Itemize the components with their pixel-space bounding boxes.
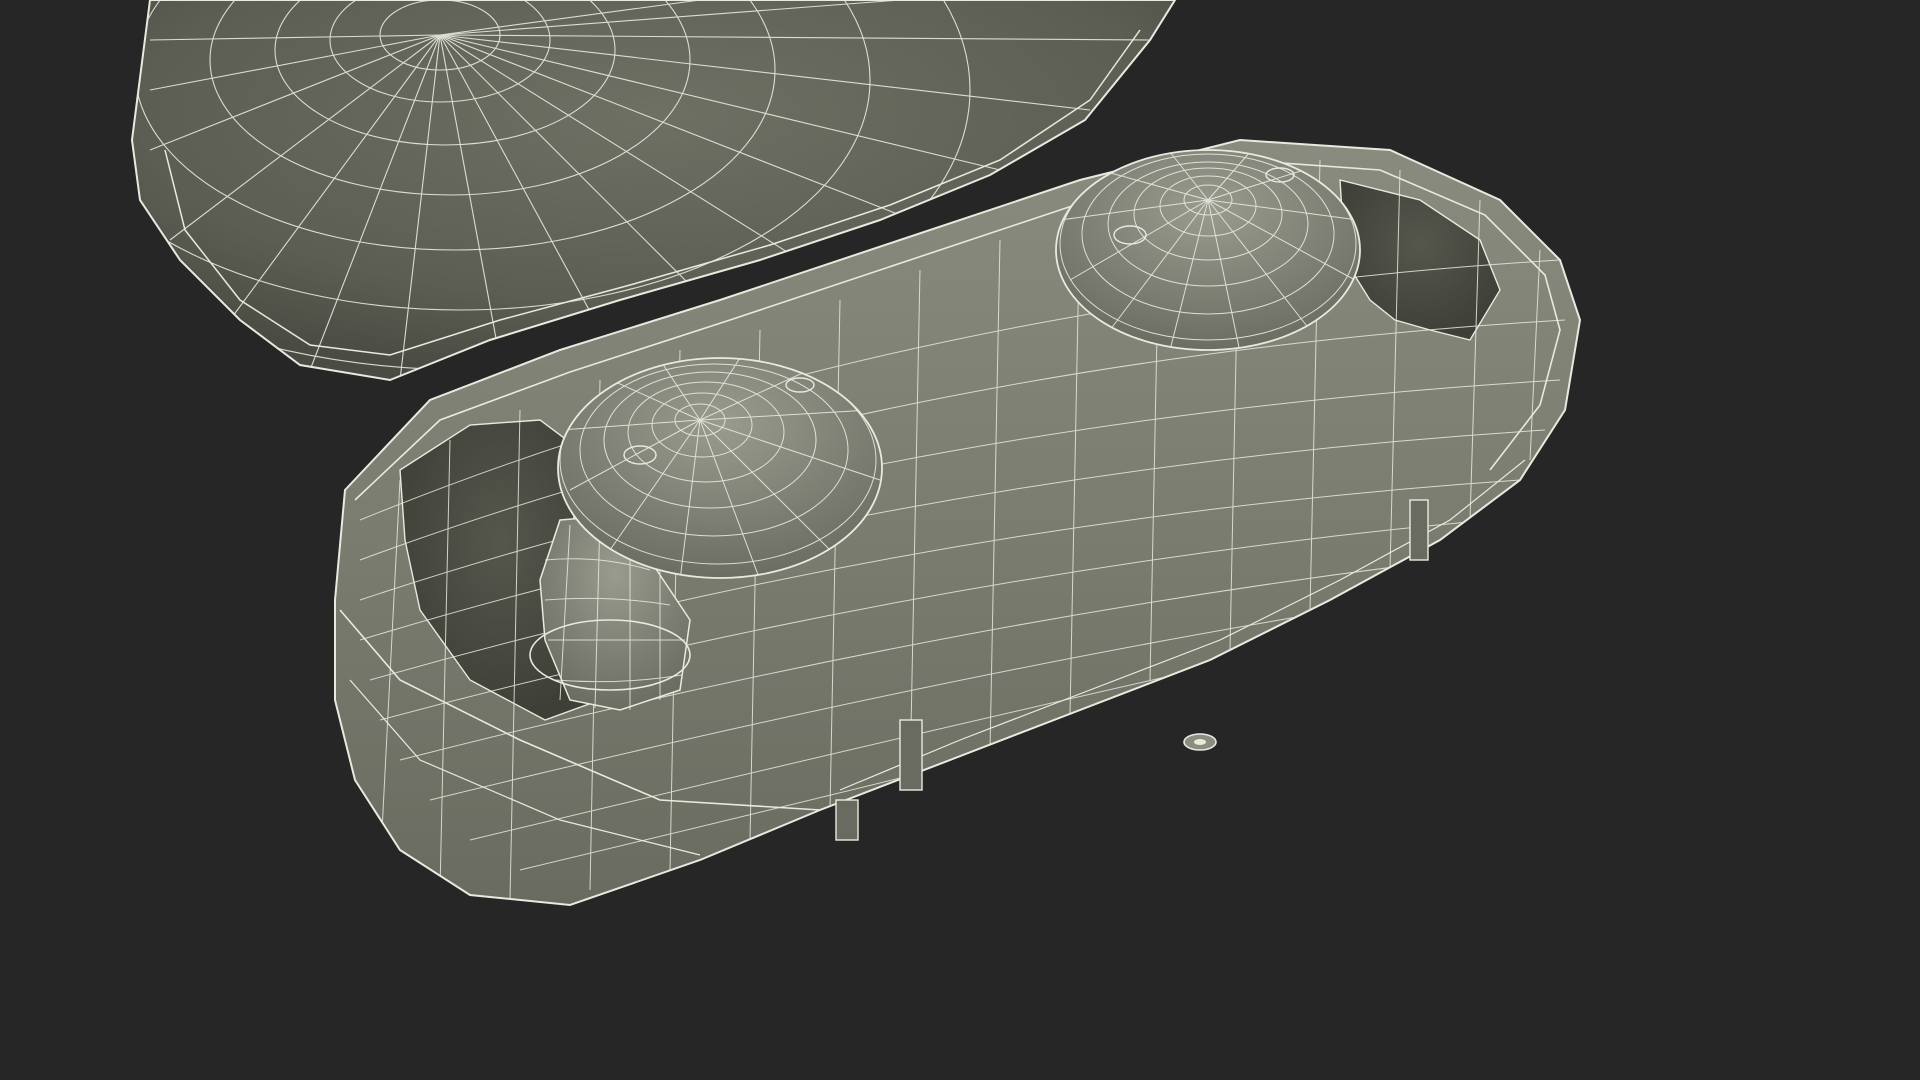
hinge-notch [835, 799, 859, 841]
render-viewport [0, 0, 1920, 1080]
right-earbud [1055, 149, 1361, 351]
case-led-indicator [1183, 733, 1217, 751]
wireframe-render [130, 0, 1582, 907]
hinge-notch [1409, 499, 1429, 561]
hinge-notch [899, 719, 923, 791]
